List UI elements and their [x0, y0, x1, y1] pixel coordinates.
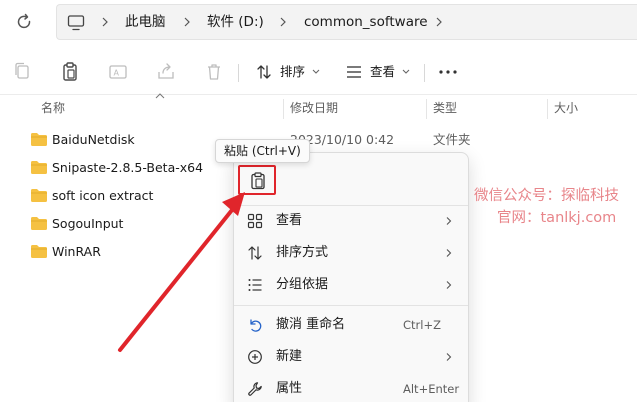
chevron-right-icon: [446, 353, 452, 361]
computer-icon[interactable]: [67, 15, 85, 31]
view-button[interactable]: 查看: [346, 58, 416, 86]
delete-icon[interactable]: [202, 60, 226, 84]
sort-ascending-icon: [155, 93, 165, 99]
more-options-icon[interactable]: [436, 60, 460, 84]
toolbar-separator: [238, 64, 239, 82]
view-icon: [347, 66, 361, 78]
undo-icon: [250, 319, 262, 332]
folder-icon: [31, 217, 47, 230]
watermark-line-2: 官网：tanlkj.com: [497, 210, 617, 226]
chevron-right-icon[interactable]: [277, 16, 289, 28]
chevron-down-icon: [312, 69, 320, 74]
list-icon: [248, 279, 262, 291]
rename-icon[interactable]: A: [106, 60, 130, 84]
sort-button[interactable]: 排序: [256, 58, 326, 86]
chevron-down-icon: [402, 69, 410, 74]
menu-item-new[interactable]: 新建: [234, 341, 468, 373]
column-header-size[interactable]: 大小: [554, 97, 578, 119]
menu-item-properties[interactable]: 属性 Alt+Enter: [234, 373, 468, 402]
wrench-icon: [248, 382, 262, 396]
file-name: soft icon extract: [52, 188, 154, 203]
folder-icon: [31, 245, 47, 258]
chevron-right-icon[interactable]: [433, 16, 445, 28]
menu-item-sort-by[interactable]: 排序方式: [234, 237, 468, 269]
context-menu: 查看 排序方式 分组依据 撤消 重命名 Ctrl+Z 新建 属性 Alt+Ent…: [233, 152, 469, 402]
paste-tooltip: 粘贴 (Ctrl+V): [215, 139, 310, 163]
file-row[interactable]: BaiduNetdisk 2023/10/10 0:42 文件夹: [0, 126, 637, 154]
copy-icon[interactable]: [10, 60, 34, 84]
sort-button-label: 排序: [280, 64, 306, 79]
menu-item-undo[interactable]: 撤消 重命名 Ctrl+Z: [234, 309, 468, 341]
address-bar: 此电脑 软件 (D:) common_software: [0, 0, 637, 44]
paste-icon: [251, 172, 265, 190]
refresh-icon[interactable]: [14, 12, 34, 32]
file-type: 文件夹: [433, 132, 471, 147]
chevron-right-icon: [446, 249, 452, 257]
menu-item-label: 分组依据: [276, 277, 329, 292]
file-name: SogouInput: [52, 216, 124, 231]
menu-item-label: 属性: [276, 381, 303, 396]
column-separator[interactable]: [283, 99, 284, 119]
folder-icon: [31, 161, 47, 174]
menu-item-label: 新建: [276, 349, 303, 364]
share-icon[interactable]: [154, 60, 178, 84]
breadcrumb[interactable]: 此电脑 软件 (D:) common_software: [56, 4, 637, 40]
svg-text:A: A: [114, 69, 120, 78]
file-name: Snipaste-2.8.5-Beta-x64: [52, 160, 204, 175]
menu-item-label: 排序方式: [276, 245, 329, 260]
column-separator[interactable]: [547, 99, 548, 119]
column-header-name[interactable]: 名称: [41, 97, 65, 119]
sort-icon: [257, 65, 271, 79]
breadcrumb-item-common-software[interactable]: common_software: [304, 5, 428, 41]
watermark-line-1: 微信公众号：探临科技: [474, 188, 619, 204]
menu-item-shortcut: Ctrl+Z: [403, 318, 441, 332]
context-paste-button[interactable]: [238, 165, 276, 195]
menu-item-label: 查看: [276, 213, 303, 228]
menu-item-shortcut: Alt+Enter: [403, 382, 460, 396]
chevron-right-icon[interactable]: [99, 16, 111, 28]
breadcrumb-item-this-pc[interactable]: 此电脑: [125, 5, 166, 41]
chevron-right-icon: [446, 217, 452, 225]
folder-icon: [31, 133, 47, 146]
command-bar-divider: [0, 94, 637, 95]
folder-icon: [31, 189, 47, 202]
column-header-modified[interactable]: 修改日期: [290, 97, 338, 119]
chevron-right-icon: [446, 281, 452, 289]
column-header-type[interactable]: 类型: [433, 97, 457, 119]
add-circle-icon: [248, 350, 262, 364]
file-name: WinRAR: [52, 244, 101, 259]
toolbar-separator: [424, 64, 425, 82]
command-bar: A 排序 查看: [0, 50, 637, 94]
menu-item-label: 撤消 重命名: [276, 317, 346, 332]
view-button-label: 查看: [370, 64, 396, 79]
chevron-right-icon[interactable]: [181, 16, 193, 28]
sort-icon: [248, 246, 262, 260]
file-name: BaiduNetdisk: [52, 132, 135, 147]
menu-item-group-by[interactable]: 分组依据: [234, 269, 468, 301]
menu-item-view[interactable]: 查看: [234, 205, 468, 237]
paste-icon[interactable]: [58, 60, 82, 84]
grid-icon: [247, 213, 263, 229]
column-separator[interactable]: [426, 99, 427, 119]
breadcrumb-item-drive-d[interactable]: 软件 (D:): [207, 5, 264, 41]
menu-divider: [234, 305, 468, 306]
